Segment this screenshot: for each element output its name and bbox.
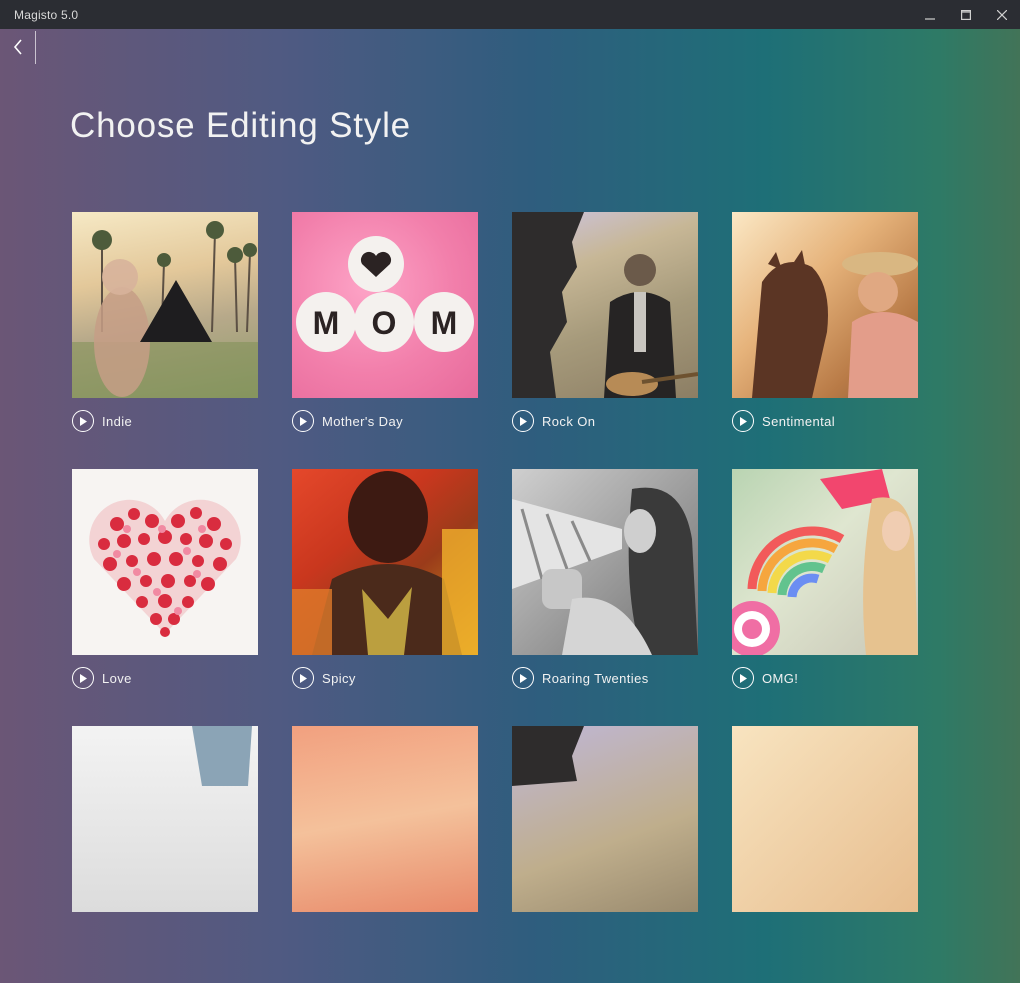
play-icon[interactable] — [292, 410, 314, 432]
guitarist-image — [512, 212, 698, 398]
style-thumbnail: M O M — [292, 212, 478, 398]
minimize-icon — [925, 17, 935, 20]
style-label: Indie — [102, 413, 133, 429]
maximize-icon — [961, 9, 971, 20]
close-button[interactable] — [984, 0, 1020, 29]
style-thumbnail — [72, 469, 258, 655]
style-label: Love — [102, 670, 132, 686]
style-thumbnail — [732, 212, 918, 398]
app-title: Magisto 5.0 — [14, 7, 79, 22]
style-label-row: Rock On — [512, 410, 595, 432]
chevron-left-icon — [13, 39, 22, 55]
style-label-row: Mother's Day — [292, 410, 403, 432]
style-card-indie[interactable]: Indie — [72, 212, 258, 469]
style-card-omg[interactable]: OMG! — [732, 469, 918, 726]
window-controls — [912, 0, 1020, 29]
style-label-row: Indie — [72, 410, 132, 432]
play-icon[interactable] — [732, 667, 754, 689]
style-label: Spicy — [322, 670, 356, 686]
spicy-portrait-image — [292, 471, 478, 655]
maximize-button[interactable] — [948, 0, 984, 29]
style-label: Rock On — [542, 413, 596, 429]
flower-heart-image — [89, 499, 241, 637]
title-bar: Magisto 5.0 — [0, 0, 1020, 29]
play-icon[interactable] — [732, 410, 754, 432]
style-thumbnail — [732, 469, 918, 655]
back-button[interactable] — [8, 37, 28, 57]
style-grid: Indie M O M Mother's Day Rock On Sentime… — [72, 212, 918, 983]
style-thumbnail — [72, 726, 258, 912]
style-label: Roaring Twenties — [542, 670, 649, 686]
style-card-love[interactable]: Love — [72, 469, 258, 726]
style-card-sentimental[interactable]: Sentimental — [732, 212, 918, 469]
guitarist-image — [512, 726, 584, 786]
bead-letter: M — [313, 305, 340, 341]
style-card-partial[interactable] — [512, 726, 698, 983]
back-area — [0, 29, 36, 65]
page-title: Choose Editing Style — [70, 106, 411, 145]
style-label-row: Roaring Twenties — [512, 667, 649, 689]
back-divider — [35, 31, 36, 64]
style-card-partial[interactable] — [292, 726, 478, 983]
play-icon[interactable] — [292, 667, 314, 689]
style-card-roaring-twenties[interactable]: Roaring Twenties — [512, 469, 698, 726]
style-label: Sentimental — [762, 413, 836, 429]
horse-and-girl-image — [752, 250, 918, 398]
style-thumbnail — [512, 469, 698, 655]
style-thumbnail — [512, 212, 698, 398]
play-icon[interactable] — [512, 410, 534, 432]
palm-trees-image — [72, 221, 258, 398]
style-label: Mother's Day — [322, 413, 403, 429]
bead-letter: M — [431, 305, 458, 341]
style-label-row: Sentimental — [732, 410, 835, 432]
style-thumbnail — [292, 469, 478, 655]
style-thumbnail — [732, 726, 918, 912]
style-card-mothers-day[interactable]: M O M Mother's Day — [292, 212, 478, 469]
style-thumbnail — [512, 726, 698, 912]
minimize-button[interactable] — [912, 0, 948, 29]
mom-beads-image: M O M — [296, 236, 474, 352]
style-label-row: Spicy — [292, 667, 356, 689]
style-label-row: OMG! — [732, 667, 798, 689]
bead-letter: O — [372, 305, 397, 341]
jeans-image — [192, 726, 252, 786]
style-card-partial[interactable] — [72, 726, 258, 983]
style-card-partial[interactable] — [732, 726, 918, 983]
play-icon[interactable] — [72, 410, 94, 432]
play-icon[interactable] — [72, 667, 94, 689]
style-label-row: Love — [72, 667, 132, 689]
style-card-rock-on[interactable]: Rock On — [512, 212, 698, 469]
style-thumbnail — [292, 726, 478, 912]
omg-collage-image — [732, 469, 918, 655]
close-icon — [997, 9, 1007, 20]
style-thumbnail — [72, 212, 258, 398]
megaphone-girl-image — [512, 487, 698, 655]
style-card-spicy[interactable]: Spicy — [292, 469, 478, 726]
play-icon[interactable] — [512, 667, 534, 689]
style-label: OMG! — [762, 670, 799, 686]
